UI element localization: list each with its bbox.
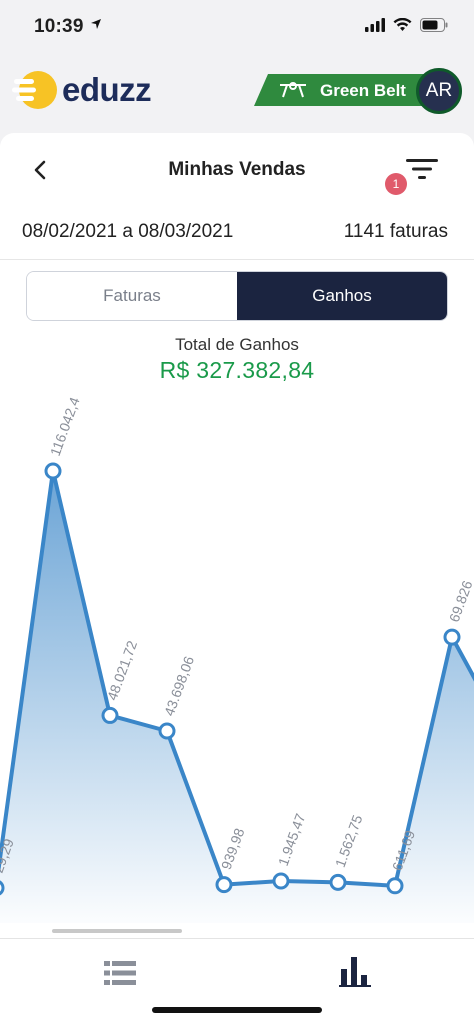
chart-point[interactable] xyxy=(272,872,290,890)
chart-data-label: 939,98 xyxy=(218,826,248,872)
chart-data-label: 116.042,4 xyxy=(47,395,83,458)
chart-point[interactable] xyxy=(329,873,347,891)
chart-data-label: 69.826 xyxy=(446,578,474,624)
chart-point[interactable] xyxy=(386,877,404,895)
eduzz-logo: eduzz xyxy=(12,68,152,112)
sales-card: Minhas Vendas 1 08/02/2021 a 08/03/2021 … xyxy=(0,133,474,1024)
chart-point[interactable] xyxy=(0,880,5,896)
home-indicator xyxy=(152,1007,322,1013)
horizontal-scroll-indicator xyxy=(52,929,182,933)
chart-data-label: 1.945,47 xyxy=(275,811,309,868)
signal-icon xyxy=(365,18,385,32)
list-icon[interactable] xyxy=(104,961,136,985)
logo-text: eduzz xyxy=(62,71,152,108)
chart-data-label: 48.021,72 xyxy=(104,638,140,702)
chart-data-label: 43.698,06 xyxy=(161,654,197,718)
bar-chart-icon[interactable] xyxy=(339,955,371,987)
status-bar: 10:39 xyxy=(0,0,474,54)
divider xyxy=(0,938,474,939)
app-header: eduzz Green Belt AR xyxy=(0,54,474,134)
earnings-chart: 29,29116.042,448.021,72 43.698,06939,98 1.… xyxy=(0,395,474,923)
belt-label: Green Belt xyxy=(320,81,406,100)
chart-point[interactable] xyxy=(443,628,461,646)
eduzz-logo-icon xyxy=(12,71,57,109)
location-arrow-icon xyxy=(91,19,101,29)
chart-point[interactable] xyxy=(158,722,176,740)
battery-icon xyxy=(420,18,448,32)
chart-data-label: 1.562,75 xyxy=(332,813,366,870)
chart-point[interactable] xyxy=(44,462,62,480)
status-time: 10:39 xyxy=(34,16,84,37)
user-avatar[interactable]: AR xyxy=(416,68,462,114)
chart-point[interactable] xyxy=(215,876,233,894)
chart-point[interactable] xyxy=(101,706,119,724)
wifi-icon xyxy=(393,18,412,31)
